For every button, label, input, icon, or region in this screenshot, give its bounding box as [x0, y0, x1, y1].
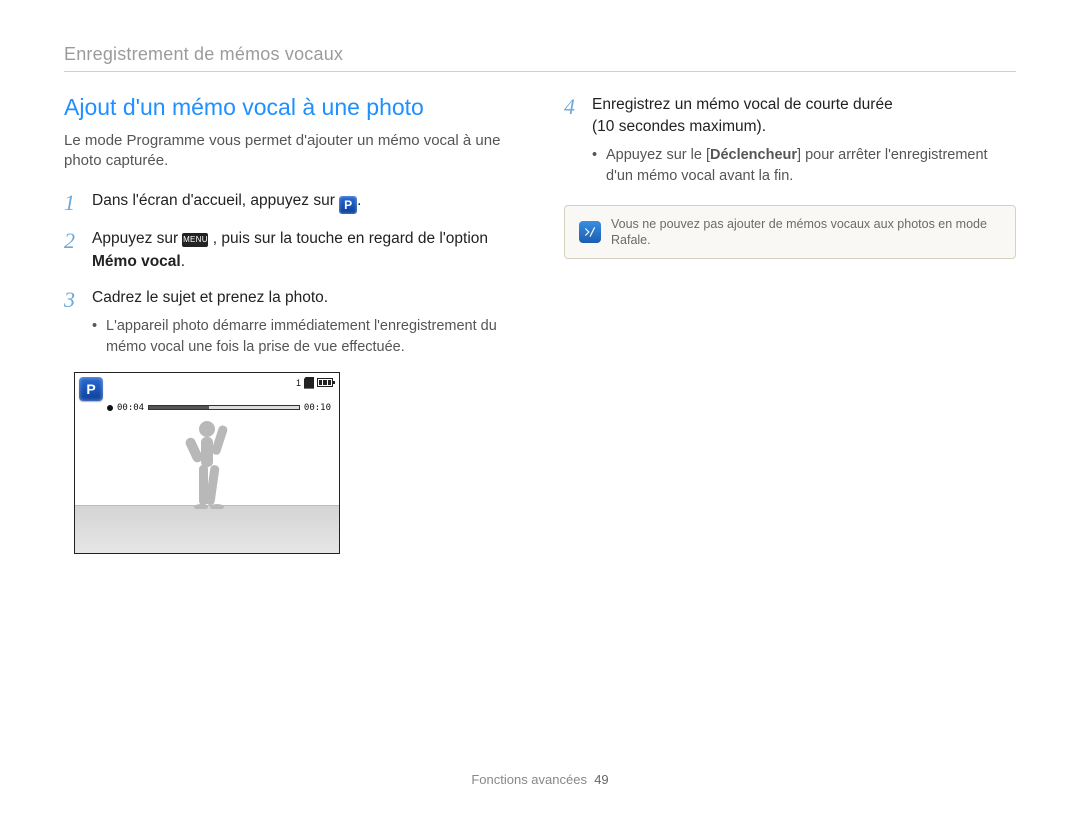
step-sub-bold: Déclencheur: [710, 147, 797, 163]
left-column: Ajout d'un mémo vocal à une photo Le mod…: [64, 94, 516, 554]
step-3: 3 Cadrez le sujet et prenez la photo. L'…: [64, 287, 516, 358]
step-text: , puis sur la touche en regard de l'opti…: [213, 230, 488, 247]
progress-track: [148, 405, 300, 410]
step-text: Cadrez le sujet et prenez la photo.: [92, 289, 328, 306]
step-body: Dans l'écran d'accueil, appuyez sur P .: [92, 190, 516, 215]
status-icons: 1: [296, 377, 333, 389]
step-sub: L'appareil photo démarre immédiatement l…: [92, 316, 516, 358]
step-text: .: [357, 192, 361, 209]
camera-preview: P 1 00:04 00:10: [74, 372, 340, 554]
note-box: Vous ne pouvez pas ajouter de mémos voca…: [564, 205, 1016, 260]
step-sub-text: Appuyez sur le [: [606, 147, 710, 163]
sd-card-icon: [304, 377, 314, 389]
battery-icon: [317, 378, 333, 387]
step-number: 3: [64, 287, 80, 358]
step-text: Appuyez sur: [92, 230, 182, 247]
step-text: Enregistrez un mémo vocal de courte duré…: [592, 96, 893, 113]
elapsed-time: 00:04: [117, 403, 144, 413]
right-column: 4 Enregistrez un mémo vocal de courte du…: [564, 94, 1016, 554]
step-body: Enregistrez un mémo vocal de courte duré…: [592, 94, 1016, 187]
footer-section: Fonctions avancées: [471, 772, 587, 787]
step-1: 1 Dans l'écran d'accueil, appuyez sur P …: [64, 190, 516, 215]
step-text: .: [181, 253, 185, 270]
step-body: Appuyez sur MENU , puis sur la touche en…: [92, 228, 516, 273]
step-text: (10 secondes maximum).: [592, 118, 766, 135]
step-text: Dans l'écran d'accueil, appuyez sur: [92, 192, 339, 209]
menu-icon: MENU: [182, 233, 208, 247]
progress-fill: [149, 406, 209, 409]
total-time: 00:10: [304, 403, 331, 413]
step-2: 2 Appuyez sur MENU , puis sur la touche …: [64, 228, 516, 273]
manual-page: Enregistrement de mémos vocaux Ajout d'u…: [0, 0, 1080, 815]
program-mode-icon: P: [79, 377, 103, 401]
breadcrumb: Enregistrement de mémos vocaux: [64, 44, 1016, 65]
shot-count: 1: [296, 378, 301, 388]
divider: [64, 71, 1016, 72]
person-silhouette-icon: [179, 419, 235, 509]
columns: Ajout d'un mémo vocal à une photo Le mod…: [64, 94, 1016, 554]
step-body: Cadrez le sujet et prenez la photo. L'ap…: [92, 287, 516, 358]
program-mode-letter: P: [344, 197, 352, 214]
page-footer: Fonctions avancées 49: [0, 772, 1080, 787]
step-4: 4 Enregistrez un mémo vocal de courte du…: [564, 94, 1016, 187]
section-intro: Le mode Programme vous permet d'ajouter …: [64, 131, 516, 172]
step-number: 4: [564, 94, 580, 187]
page-number: 49: [594, 772, 608, 787]
program-mode-icon: P: [339, 196, 357, 214]
note-text: Vous ne pouvez pas ajouter de mémos voca…: [611, 216, 1001, 249]
step-number: 1: [64, 190, 80, 215]
step-text-bold: Mémo vocal: [92, 253, 181, 270]
note-icon: [579, 221, 601, 243]
record-dot-icon: [107, 405, 113, 411]
step-sub: Appuyez sur le [Déclencheur] pour arrête…: [592, 145, 1016, 187]
recording-bar: 00:04 00:10: [107, 403, 331, 413]
section-title: Ajout d'un mémo vocal à une photo: [64, 94, 516, 121]
step-number: 2: [64, 228, 80, 273]
